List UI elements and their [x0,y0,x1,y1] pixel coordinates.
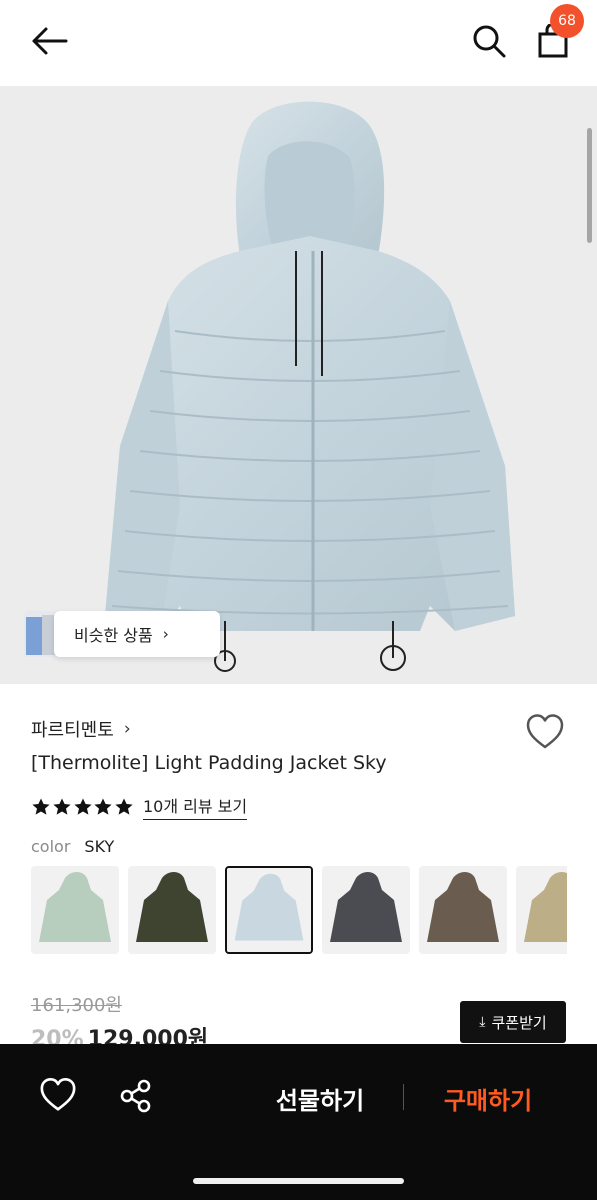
star-icon [32,798,50,815]
color-swatches [31,866,567,954]
brand-name: 파르티멘토 [31,720,114,741]
action-divider [403,1084,404,1110]
heart-icon [526,714,564,749]
color-swatch-beige[interactable] [516,866,567,954]
coupon-label: 쿠폰받기 [491,1013,547,1032]
color-row: color SKY [31,837,114,856]
heart-icon [40,1077,76,1111]
brand-link[interactable]: 파르티멘토 › [31,716,131,742]
color-swatch-sky[interactable] [225,866,313,954]
star-rating [31,797,135,817]
home-indicator[interactable] [193,1178,404,1184]
star-icon [53,798,71,815]
color-swatch-brown[interactable] [419,866,507,954]
wishlist-button[interactable] [524,712,566,752]
color-swatch-mint[interactable] [31,866,119,954]
chevron-right-icon: › [123,719,131,739]
search-button[interactable] [464,18,514,64]
cart-count-badge: 68 [550,4,584,38]
image-scrollbar[interactable] [587,128,592,243]
share-icon [120,1079,151,1113]
buy-button[interactable]: 구매하기 [422,1078,554,1118]
product-image[interactable] [0,86,597,684]
review-link[interactable]: 10개 리뷰 보기 [142,793,248,820]
arrow-left-icon [32,27,68,55]
star-icon [115,798,133,815]
rating-row: 10개 리뷰 보기 [31,793,248,820]
back-button[interactable] [22,18,74,64]
color-swatch-olive[interactable] [128,866,216,954]
chevron-right-icon: › [162,625,169,643]
bottom-action-bar: 선물하기 구매하기 [0,1044,597,1200]
original-price: 161,300원 [31,995,122,1016]
search-icon [473,25,506,58]
color-value: SKY [84,837,115,856]
star-icon [94,798,112,815]
star-icon [73,798,92,815]
download-icon: ⤓ [479,1014,486,1030]
coupon-button[interactable]: ⤓ 쿠폰받기 [460,1001,566,1043]
share-button[interactable] [116,1076,156,1116]
puffer-jacket-illustration [105,101,515,672]
color-label: color [31,837,71,856]
gift-button[interactable]: 선물하기 [252,1078,388,1118]
similar-products-button[interactable]: 비슷한 상품 › [54,611,220,657]
product-title: [Thermolite] Light Padding Jacket Sky [31,752,387,774]
bottom-wishlist-button[interactable] [38,1076,80,1116]
top-bar: 68 [0,0,597,86]
color-swatch-charcoal[interactable] [322,866,410,954]
similar-products-label: 비슷한 상품 [74,626,153,645]
